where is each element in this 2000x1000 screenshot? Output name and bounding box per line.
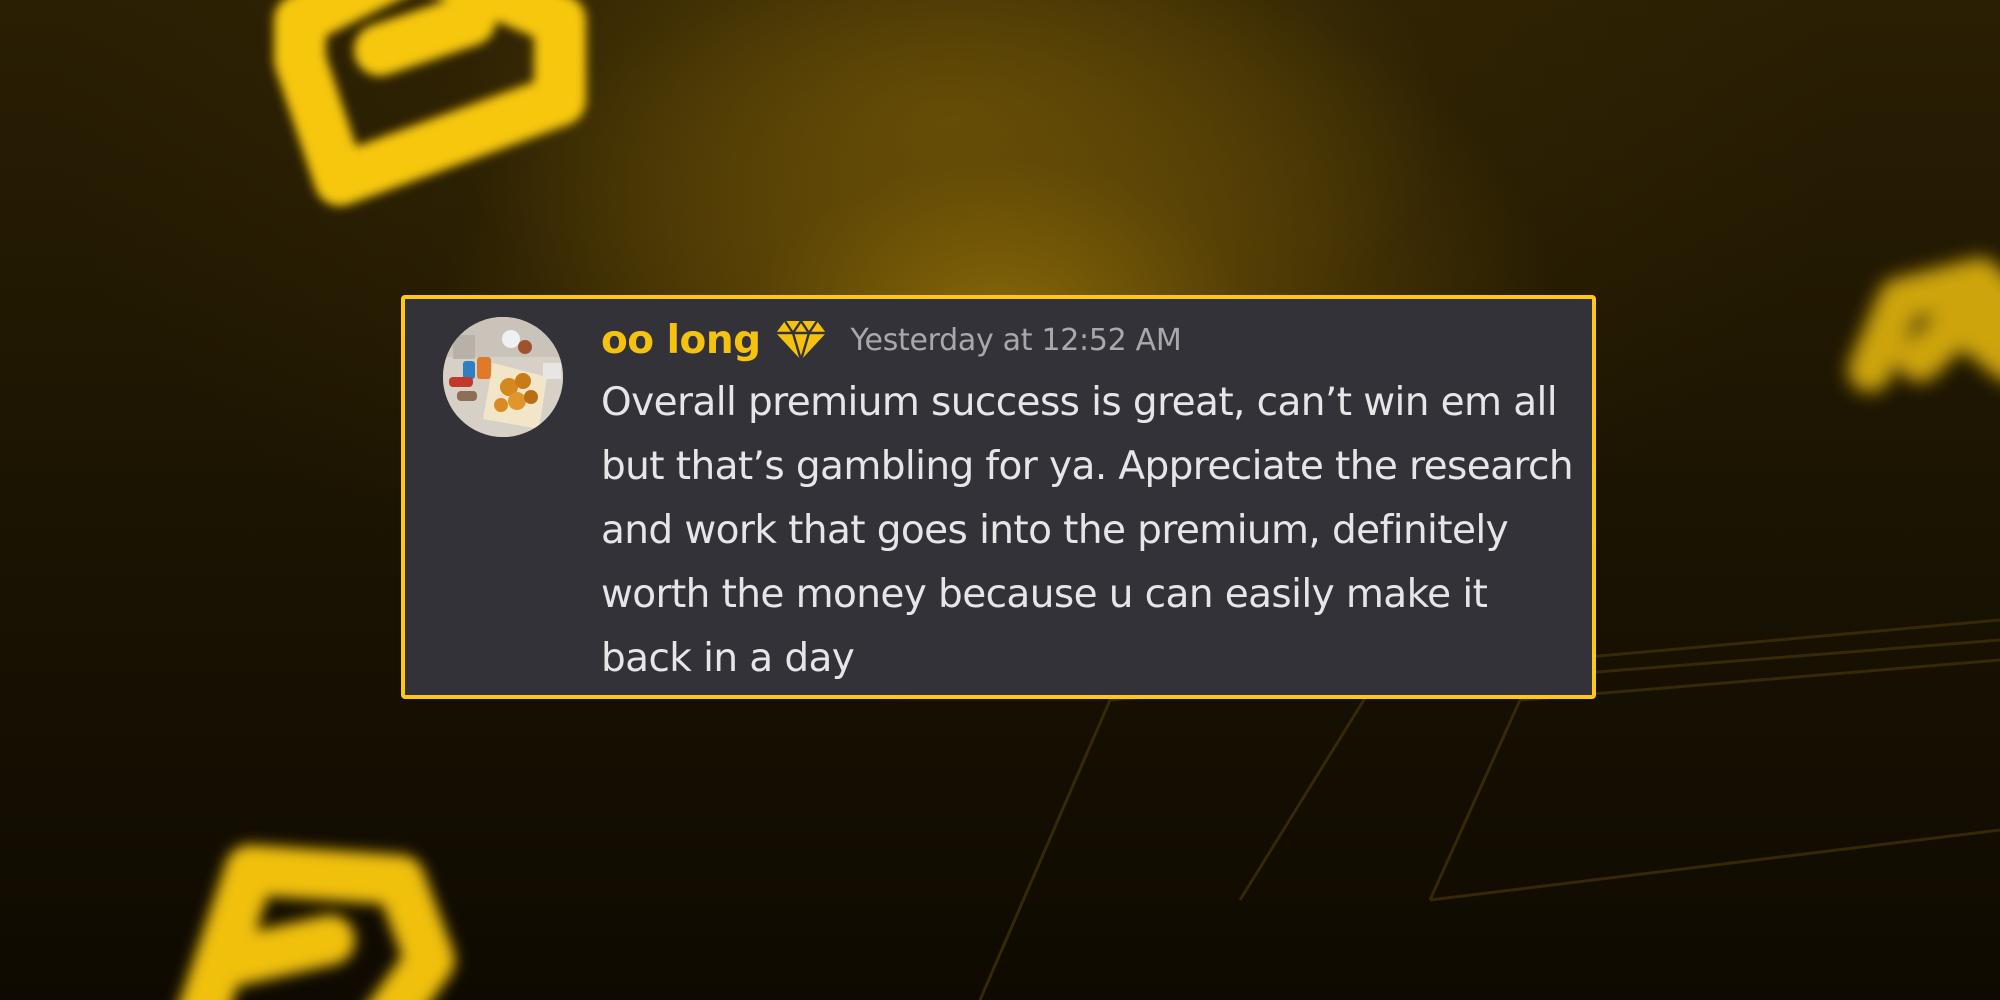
timestamp: Yesterday at 12:52 AM [850,322,1182,358]
diamond-icon[interactable] [775,319,827,362]
chat-message-card: oo long Yesterday at 12:52 AM Overall pr… [401,295,1596,699]
user-avatar-photo [443,317,563,437]
username[interactable]: oo long [601,318,761,363]
avatar[interactable] [443,317,563,437]
message-text: Overall premium success is great, can’t … [601,380,1574,681]
brand-logo-icon [1848,258,2000,392]
brand-logo-icon [180,845,455,1000]
message-header: oo long Yesterday at 12:52 AM [601,315,1182,365]
brand-logo-icon [274,0,586,206]
